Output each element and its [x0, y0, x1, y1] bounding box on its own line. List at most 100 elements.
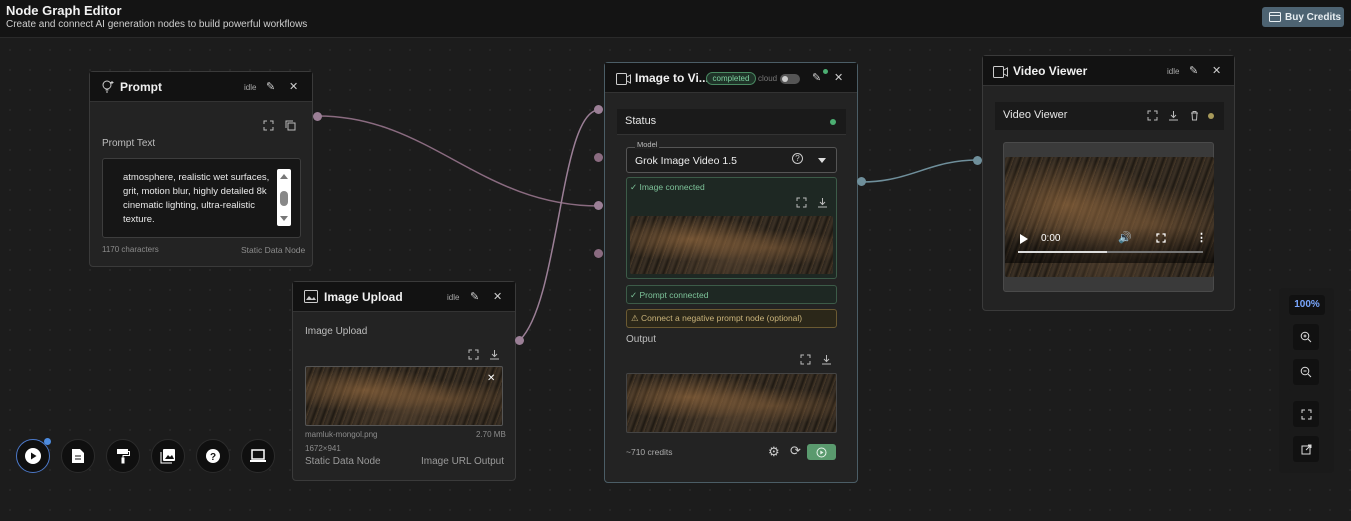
play-circle-icon — [816, 447, 827, 457]
remove-image-icon[interactable]: ✕ — [487, 373, 495, 385]
download-icon[interactable] — [817, 197, 828, 208]
close-icon[interactable]: ✕ — [834, 72, 843, 84]
image-upload-title: Image Upload — [324, 290, 403, 304]
prompt-node-type: Static Data Node — [241, 245, 306, 255]
video-input-port-prompt[interactable] — [594, 153, 603, 162]
buy-credits-button[interactable]: Buy Credits — [1262, 7, 1344, 27]
laptop-icon — [250, 449, 266, 462]
app-title: Node Graph Editor — [6, 3, 122, 18]
edit-icon[interactable]: ✎ — [266, 81, 275, 93]
help-icon[interactable]: ? — [792, 153, 803, 164]
open-external-button[interactable] — [1293, 436, 1319, 462]
edit-icon[interactable]: ✎ — [812, 72, 821, 84]
download-icon[interactable] — [821, 354, 832, 365]
chevron-down-icon[interactable] — [818, 158, 826, 163]
close-icon[interactable]: ✕ — [289, 81, 298, 93]
download-icon[interactable] — [1168, 110, 1179, 121]
prompt-node[interactable]: Prompt idle ✎ ✕ Prompt Text atmosphere, … — [89, 71, 313, 267]
video-progress-track[interactable] — [1018, 251, 1203, 253]
zoom-in-button[interactable] — [1293, 324, 1319, 350]
image-upload-header[interactable]: Image Upload idle ✎ ✕ — [293, 282, 515, 312]
svg-text:?: ? — [210, 452, 216, 463]
video-input-port-negative[interactable] — [594, 249, 603, 258]
zoom-in-icon — [1300, 331, 1312, 343]
zoom-out-button[interactable] — [1293, 359, 1319, 385]
connected-image-preview — [630, 216, 833, 274]
viewer-input-port[interactable] — [973, 156, 982, 165]
image-file-name: mamluk-mongol.png — [305, 430, 378, 439]
prompt-connected-text: ✓ Prompt connected — [630, 290, 709, 300]
scroll-up-icon[interactable] — [280, 174, 288, 179]
buy-credits-label: Buy Credits — [1285, 11, 1342, 23]
run-button[interactable] — [807, 444, 836, 460]
cloud-toggle[interactable] — [780, 74, 800, 84]
video-input-port-text[interactable] — [594, 201, 603, 210]
expand-icon[interactable] — [1147, 110, 1158, 121]
play-icon[interactable] — [1020, 234, 1028, 244]
gallery-icon — [160, 449, 175, 464]
paint-roller-icon — [117, 449, 130, 464]
edit-icon[interactable]: ✎ — [1189, 65, 1198, 77]
scroll-thumb[interactable] — [280, 191, 288, 206]
image-upload-output-port[interactable] — [515, 336, 524, 345]
edit-icon[interactable]: ✎ — [470, 291, 479, 303]
scroll-down-icon[interactable] — [280, 216, 288, 221]
image-to-video-node[interactable]: Image to Vi... completed cloud ✎ ✕ Statu… — [604, 62, 858, 483]
prompt-node-header[interactable]: Prompt idle ✎ ✕ — [90, 72, 312, 102]
prompt-output-port[interactable] — [313, 112, 322, 121]
status-dot-icon — [823, 69, 828, 74]
image-icon — [304, 290, 318, 303]
expand-icon[interactable] — [796, 197, 807, 208]
document-icon — [72, 449, 84, 463]
zoom-level: 100% — [1289, 295, 1325, 315]
close-icon[interactable]: ✕ — [1212, 65, 1221, 77]
image-upload-node[interactable]: Image Upload idle ✎ ✕ Image Upload ✕ mam… — [292, 281, 516, 481]
prompt-char-count: 1170 characters — [102, 245, 159, 254]
credits-estimate: ~710 credits — [626, 447, 673, 457]
completed-badge: completed — [706, 72, 756, 85]
image-connected-panel: ✓ Image connected — [626, 177, 837, 279]
prompt-textarea[interactable]: atmosphere, realistic wet surfaces, grit… — [102, 158, 301, 238]
video-viewer-status: idle — [1167, 67, 1180, 76]
help-button[interactable]: ? — [196, 439, 230, 473]
refresh-icon[interactable]: ⟳ — [790, 444, 801, 457]
wire-prompt-to-video — [317, 115, 600, 207]
video-output-port[interactable] — [857, 177, 866, 186]
expand-icon[interactable] — [800, 354, 811, 365]
status-indicator-icon — [1208, 113, 1214, 119]
credit-card-icon — [1269, 12, 1281, 22]
more-options-icon[interactable]: ⋮ — [1196, 231, 1207, 244]
image-to-video-header[interactable]: Image to Vi... completed cloud ✎ ✕ — [605, 63, 857, 93]
trash-icon[interactable] — [1189, 110, 1200, 121]
cloud-label: cloud — [758, 74, 778, 83]
app-subtitle: Create and connect AI generation nodes t… — [6, 19, 308, 30]
prompt-text: atmosphere, realistic wet surfaces, grit… — [123, 172, 270, 225]
video-input-port-image[interactable] — [594, 105, 603, 114]
laptop-button[interactable] — [241, 439, 275, 473]
gallery-button[interactable] — [151, 439, 185, 473]
uploaded-image-preview — [305, 366, 503, 426]
fit-view-button[interactable] — [1293, 401, 1319, 427]
video-viewer-node[interactable]: Video Viewer idle ✎ ✕ Video Viewer 0:00 … — [982, 55, 1235, 311]
prompt-scrollbar[interactable] — [277, 169, 291, 226]
gear-icon[interactable]: ⚙ — [768, 445, 780, 458]
prompt-status: idle — [244, 83, 257, 92]
image-upload-status: idle — [447, 293, 460, 302]
prompt-node-title: Prompt — [120, 80, 162, 94]
status-label: Status — [625, 115, 657, 127]
paint-button[interactable] — [106, 439, 140, 473]
document-button[interactable] — [61, 439, 95, 473]
model-select[interactable]: Grok Image Video 1.5 ? — [626, 147, 837, 173]
volume-icon[interactable]: 🔊 — [1118, 231, 1132, 244]
wire-video-to-viewer — [861, 159, 978, 183]
fullscreen-icon[interactable] — [1156, 233, 1166, 243]
download-icon[interactable] — [489, 349, 500, 360]
copy-icon[interactable] — [285, 120, 296, 131]
close-icon[interactable]: ✕ — [493, 291, 502, 303]
video-viewer-header[interactable]: Video Viewer idle ✎ ✕ — [983, 56, 1234, 86]
video-player[interactable]: 0:00 🔊 ⋮ — [1003, 142, 1214, 292]
expand-icon[interactable] — [468, 349, 479, 360]
fit-view-icon — [1301, 409, 1311, 419]
prompt-connected-panel: ✓ Prompt connected — [626, 285, 837, 304]
expand-icon[interactable] — [263, 120, 274, 131]
